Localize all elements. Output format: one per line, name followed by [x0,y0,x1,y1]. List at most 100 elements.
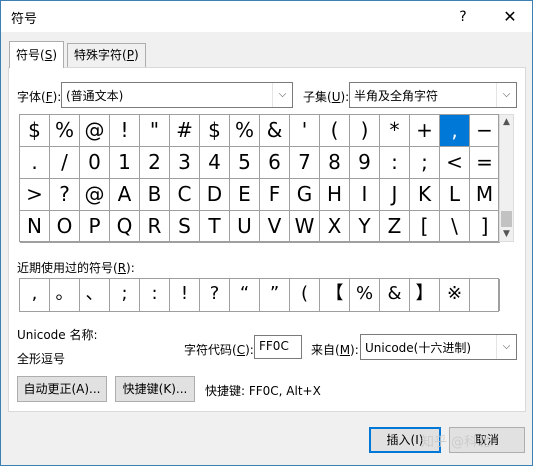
symbol-cell[interactable]: N [20,211,50,243]
symbol-cell[interactable]: = [470,147,500,179]
symbol-cell[interactable]: V [260,211,290,243]
symbol-cell[interactable]: 9 [350,147,380,179]
tab-special-characters[interactable]: 特殊字符(P) [67,43,146,67]
symbol-cell[interactable]: X [320,211,350,243]
symbol-cell[interactable]: − [470,115,500,147]
symbol-cell[interactable]: S [170,211,200,243]
symbol-cell[interactable]: / [50,147,80,179]
scroll-down-icon[interactable]: ▼ [500,229,513,239]
symbol-cell[interactable]: A [110,179,140,211]
from-dropdown[interactable]: Unicode(十六进制) ⌵ [360,334,517,360]
symbol-cell[interactable]: @ [80,179,110,211]
symbol-cell[interactable]: % [230,115,260,147]
symbol-cell[interactable]: ( [320,115,350,147]
symbol-cell[interactable]: Y [350,211,380,243]
recent-symbol-cell[interactable]: , [20,279,50,311]
symbol-cell[interactable]: C [170,179,200,211]
unicode-name-label: Unicode 名称: [17,328,98,342]
symbol-cell[interactable]: B [140,179,170,211]
chevron-down-icon: ⌵ [496,83,516,107]
scroll-thumb[interactable] [501,211,512,227]
tab-symbols[interactable]: 符号(S) [9,41,64,68]
symbol-cell[interactable]: 7 [290,147,320,179]
symbol-cell[interactable]: $ [20,115,50,147]
symbol-cell[interactable]: " [140,115,170,147]
symbol-cell[interactable]: O [50,211,80,243]
char-code-label: 字符代码(C): [184,343,254,357]
recent-symbol-cell[interactable]: “ [230,279,260,311]
subset-dropdown[interactable]: 半角及全角字符 ⌵ [349,82,517,108]
symbol-cell[interactable]: D [200,179,230,211]
symbol-cell[interactable]: I [350,179,380,211]
symbol-cell[interactable]: 1 [110,147,140,179]
symbol-cell[interactable]: Z [380,211,410,243]
symbol-cell[interactable]: 5 [230,147,260,179]
symbol-cell[interactable]: @ [80,115,110,147]
symbol-cell[interactable]: 6 [260,147,290,179]
symbol-cell[interactable]: H [320,179,350,211]
recent-symbol-cell[interactable]: & [380,279,410,311]
symbol-cell[interactable]: E [230,179,260,211]
symbol-cell[interactable]: % [50,115,80,147]
symbol-cell[interactable]: < [440,147,470,179]
help-button[interactable]: ? [449,5,477,29]
recent-symbol-cell[interactable]: 。 [50,279,80,311]
symbol-cell[interactable]: . [20,147,50,179]
symbol-cell[interactable]: ? [50,179,80,211]
recent-symbol-cell[interactable]: ※ [440,279,470,311]
symbol-cell[interactable]: 3 [170,147,200,179]
shortcut-key-button[interactable]: 快捷键(K)... [115,376,195,402]
symbol-cell[interactable]: & [260,115,290,147]
symbol-cell[interactable]: U [230,211,260,243]
symbol-cell[interactable]: [ [410,211,440,243]
symbol-cell[interactable]: ] [470,211,500,243]
recent-symbol-cell[interactable]: 】 [410,279,440,311]
symbol-cell[interactable]: ; [410,147,440,179]
symbol-cell[interactable]: ' [290,115,320,147]
symbol-cell[interactable]: J [380,179,410,211]
symbol-cell[interactable]: P [80,211,110,243]
symbol-cell[interactable]: T [200,211,230,243]
recent-symbol-cell[interactable]: ? [200,279,230,311]
symbol-cell[interactable]: Q [110,211,140,243]
recent-symbol-cell[interactable]: 、 [80,279,110,311]
symbol-cell[interactable]: # [170,115,200,147]
symbol-cell[interactable]: 0 [80,147,110,179]
recent-symbol-cell[interactable]: 【 [320,279,350,311]
scroll-up-icon[interactable]: ▲ [500,117,513,127]
autocorrect-button[interactable]: 自动更正(A)... [17,376,107,402]
symbol-cell[interactable]: R [140,211,170,243]
symbol-cell[interactable]: \ [440,211,470,243]
recent-symbol-cell[interactable]: : [140,279,170,311]
symbol-cell[interactable]: : [380,147,410,179]
chevron-down-icon: ⌵ [496,335,516,359]
recent-symbol-cell[interactable] [470,279,500,311]
symbol-cell[interactable]: $ [200,115,230,147]
recent-symbol-cell[interactable]: ” [260,279,290,311]
symbol-cell[interactable]: F [260,179,290,211]
symbol-cell[interactable]: G [290,179,320,211]
recent-symbol-cell[interactable]: ! [170,279,200,311]
symbol-cell[interactable]: W [290,211,320,243]
symbol-cell[interactable]: ! [110,115,140,147]
symbol-cell[interactable]: 4 [200,147,230,179]
symbol-cell[interactable]: * [380,115,410,147]
symbol-cell[interactable]: K [410,179,440,211]
recent-symbol-cell[interactable]: ( [290,279,320,311]
symbol-cell[interactable]: L [440,179,470,211]
recent-symbol-cell[interactable]: % [350,279,380,311]
char-code-input[interactable]: FF0C [254,335,302,359]
symbol-cell[interactable]: > [20,179,50,211]
font-dropdown[interactable]: (普通文本) ⌵ [61,82,293,108]
grid-scrollbar[interactable]: ▲ ▼ [499,114,514,242]
symbol-cell[interactable]: 8 [320,147,350,179]
font-label: 字体(F): [17,90,62,104]
symbol-cell[interactable]: + [410,115,440,147]
close-button[interactable]: ✕ [494,5,526,29]
symbol-cell[interactable]: M [470,179,500,211]
recent-symbol-cell[interactable]: ; [110,279,140,311]
symbol-cell[interactable]: 2 [140,147,170,179]
recent-symbols-label: 近期使用过的符号(R): [17,261,135,275]
symbol-cell[interactable]: , [440,115,470,147]
symbol-cell[interactable]: ) [350,115,380,147]
